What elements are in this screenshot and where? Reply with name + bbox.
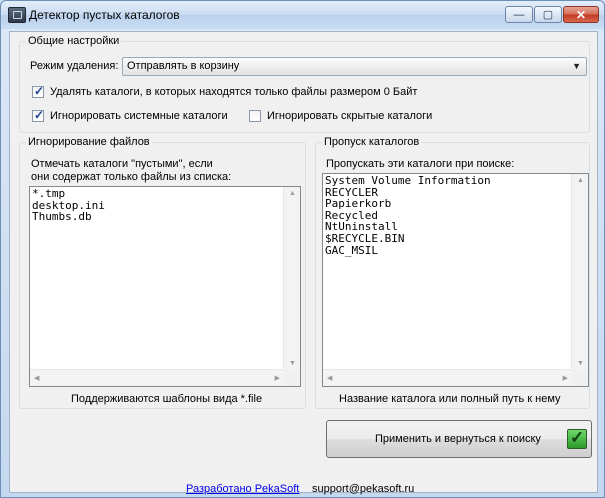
maximize-icon: ▢ bbox=[542, 9, 554, 21]
scroll-corner bbox=[284, 370, 300, 386]
skip-dirs-footer: Название каталога или полный путь к нему bbox=[339, 393, 561, 405]
scroll-up-icon[interactable]: ▲ bbox=[577, 177, 584, 184]
minimize-button[interactable]: — bbox=[505, 6, 533, 23]
list-item: *.tmp bbox=[32, 187, 66, 200]
minimize-icon: — bbox=[513, 8, 525, 21]
ignore-files-textarea[interactable]: *.tmp desktop.ini Thumbs.db ▲ ▼ ◀ ▶ bbox=[29, 186, 301, 387]
scroll-right-icon[interactable]: ▶ bbox=[563, 374, 568, 382]
scroll-up-icon[interactable]: ▲ bbox=[289, 190, 296, 197]
checkmark-icon: ✓ bbox=[567, 428, 587, 449]
developer-link[interactable]: Разработано PekaSoft bbox=[186, 483, 299, 495]
horizontal-scrollbar[interactable]: ◀ ▶ bbox=[323, 369, 572, 386]
ignore-files-desc-2: они содержат только файлы из списка: bbox=[31, 171, 232, 183]
ignore-files-lines: *.tmp desktop.ini Thumbs.db bbox=[32, 188, 105, 223]
dialog-body: Общие настройки Режим удаления: Отправля… bbox=[9, 31, 598, 495]
ignore-system-checkbox[interactable]: ✓ bbox=[32, 108, 45, 122]
apply-button-label: Применить и вернуться к поиску bbox=[375, 433, 541, 445]
scroll-down-icon[interactable]: ▼ bbox=[289, 360, 296, 367]
window-title: Детектор пустых каталогов bbox=[29, 8, 180, 22]
skip-dirs-legend: Пропуск каталогов bbox=[324, 136, 420, 148]
ignore-files-desc-1: Отмечать каталоги "пустыми", если bbox=[31, 158, 213, 170]
title-bar[interactable]: Детектор пустых каталогов — ▢ ✕ bbox=[1, 1, 604, 29]
close-icon: ✕ bbox=[575, 7, 587, 22]
ignore-files-legend: Игнорирование файлов bbox=[28, 136, 150, 148]
list-item: $RECYCLE.BIN bbox=[325, 231, 405, 245]
ignore-files-footer: Поддерживаются шаблоны вида *.file bbox=[71, 393, 263, 405]
scroll-left-icon[interactable]: ◀ bbox=[327, 374, 332, 382]
skip-dirs-lines: System Volume Information RECYCLER Papie… bbox=[325, 175, 491, 256]
check-icon: ✓ bbox=[34, 108, 45, 122]
horizontal-scrollbar[interactable]: ◀ ▶ bbox=[30, 369, 284, 386]
scroll-right-icon[interactable]: ▶ bbox=[275, 374, 280, 382]
apply-button[interactable]: Применить и вернуться к поиску ✓ bbox=[326, 420, 592, 458]
skip-dirs-textarea[interactable]: System Volume Information RECYCLER Papie… bbox=[322, 173, 589, 387]
vertical-scrollbar[interactable]: ▲ ▼ bbox=[283, 187, 300, 370]
vertical-scrollbar[interactable]: ▲ ▼ bbox=[571, 174, 588, 370]
zero-files-checkbox[interactable]: ✓ bbox=[32, 84, 45, 98]
mode-select-value: Отправлять в корзину bbox=[127, 60, 240, 72]
list-item: Thumbs.db bbox=[32, 210, 92, 224]
list-item: GAC_MSIL bbox=[325, 243, 378, 257]
scroll-left-icon[interactable]: ◀ bbox=[34, 374, 39, 382]
mode-label: Режим удаления: bbox=[30, 60, 119, 72]
close-button[interactable]: ✕ bbox=[563, 6, 599, 23]
ignore-system-label: Игнорировать системные каталоги bbox=[50, 110, 228, 122]
ignore-hidden-checkbox[interactable] bbox=[249, 110, 261, 122]
maximize-button[interactable]: ▢ bbox=[534, 6, 562, 23]
app-window: Детектор пустых каталогов — ▢ ✕ Общие на… bbox=[0, 0, 605, 498]
general-settings-legend: Общие настройки bbox=[28, 35, 120, 47]
skip-dirs-desc: Пропускать эти каталоги при поиске: bbox=[326, 158, 515, 170]
check-icon: ✓ bbox=[34, 84, 45, 98]
mode-select[interactable]: Отправлять в корзину ▼ bbox=[122, 57, 587, 76]
scroll-down-icon[interactable]: ▼ bbox=[577, 360, 584, 367]
dropdown-arrow-icon: ▼ bbox=[572, 61, 581, 71]
support-email: support@pekasoft.ru bbox=[312, 483, 415, 495]
list-item: System Volume Information bbox=[325, 174, 491, 187]
scroll-corner bbox=[572, 370, 588, 386]
ignore-hidden-label: Игнорировать скрытые каталоги bbox=[267, 110, 433, 122]
zero-files-label: Удалять каталоги, в которых находятся то… bbox=[50, 86, 418, 98]
app-icon bbox=[8, 7, 26, 23]
